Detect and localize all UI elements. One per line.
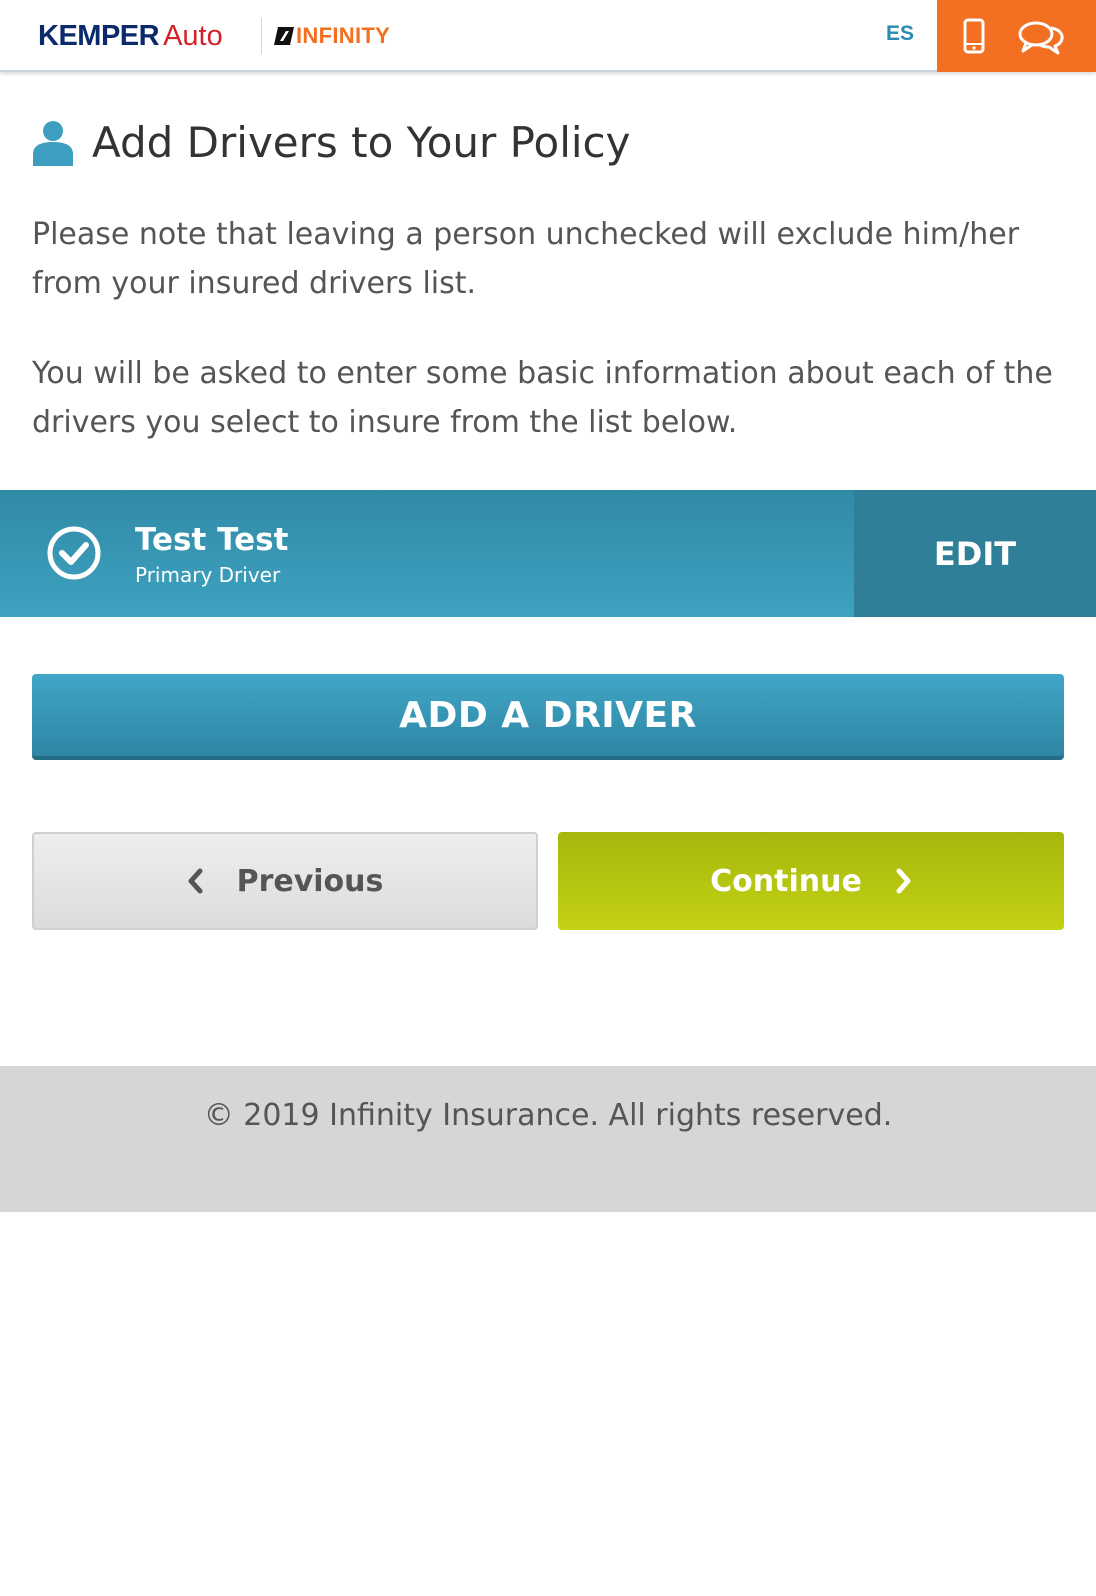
site-header: KEMPER Auto INFINITY ES: [0, 0, 1096, 72]
driver-name: Test Test: [135, 522, 289, 558]
checked-circle-icon[interactable]: [46, 525, 102, 581]
infinity-mark-icon: [274, 27, 294, 45]
site-footer: © 2019 Infinity Insurance. All rights re…: [0, 1066, 1096, 1212]
language-toggle-es[interactable]: ES: [886, 22, 914, 46]
copyright-text: © 2019 Infinity Insurance. All rights re…: [203, 1098, 893, 1133]
chevron-right-icon: [896, 868, 911, 894]
infinity-logo[interactable]: INFINITY: [274, 23, 391, 48]
edit-driver-button[interactable]: EDIT: [854, 490, 1096, 617]
chat-icon[interactable]: [1017, 20, 1065, 56]
kemper-logo-text: KEMPER: [38, 20, 160, 52]
previous-label: Previous: [236, 863, 384, 899]
logo-divider: [261, 18, 262, 54]
kemper-auto-logo[interactable]: KEMPER Auto: [38, 18, 223, 54]
chevron-left-icon: [188, 868, 203, 894]
information-note: You will be asked to enter some basic in…: [32, 356, 1053, 440]
person-icon: [33, 120, 73, 166]
phone-icon[interactable]: [962, 18, 986, 54]
add-driver-button[interactable]: ADD A DRIVER: [32, 674, 1064, 760]
auto-logo-text: Auto: [163, 20, 223, 52]
previous-button[interactable]: Previous: [32, 832, 538, 930]
continue-label: Continue: [710, 863, 862, 899]
continue-button[interactable]: Continue: [558, 832, 1064, 930]
infinity-logo-text: INFINITY: [296, 23, 391, 48]
page-title-row: Add Drivers to Your Policy: [32, 118, 630, 167]
driver-row[interactable]: Test Test Primary Driver EDIT: [0, 490, 1096, 617]
contact-panel: [937, 0, 1096, 72]
exclusion-note: Please note that leaving a person unchec…: [32, 217, 1020, 301]
page-title: Add Drivers to Your Policy: [92, 118, 631, 167]
driver-role: Primary Driver: [135, 563, 281, 587]
